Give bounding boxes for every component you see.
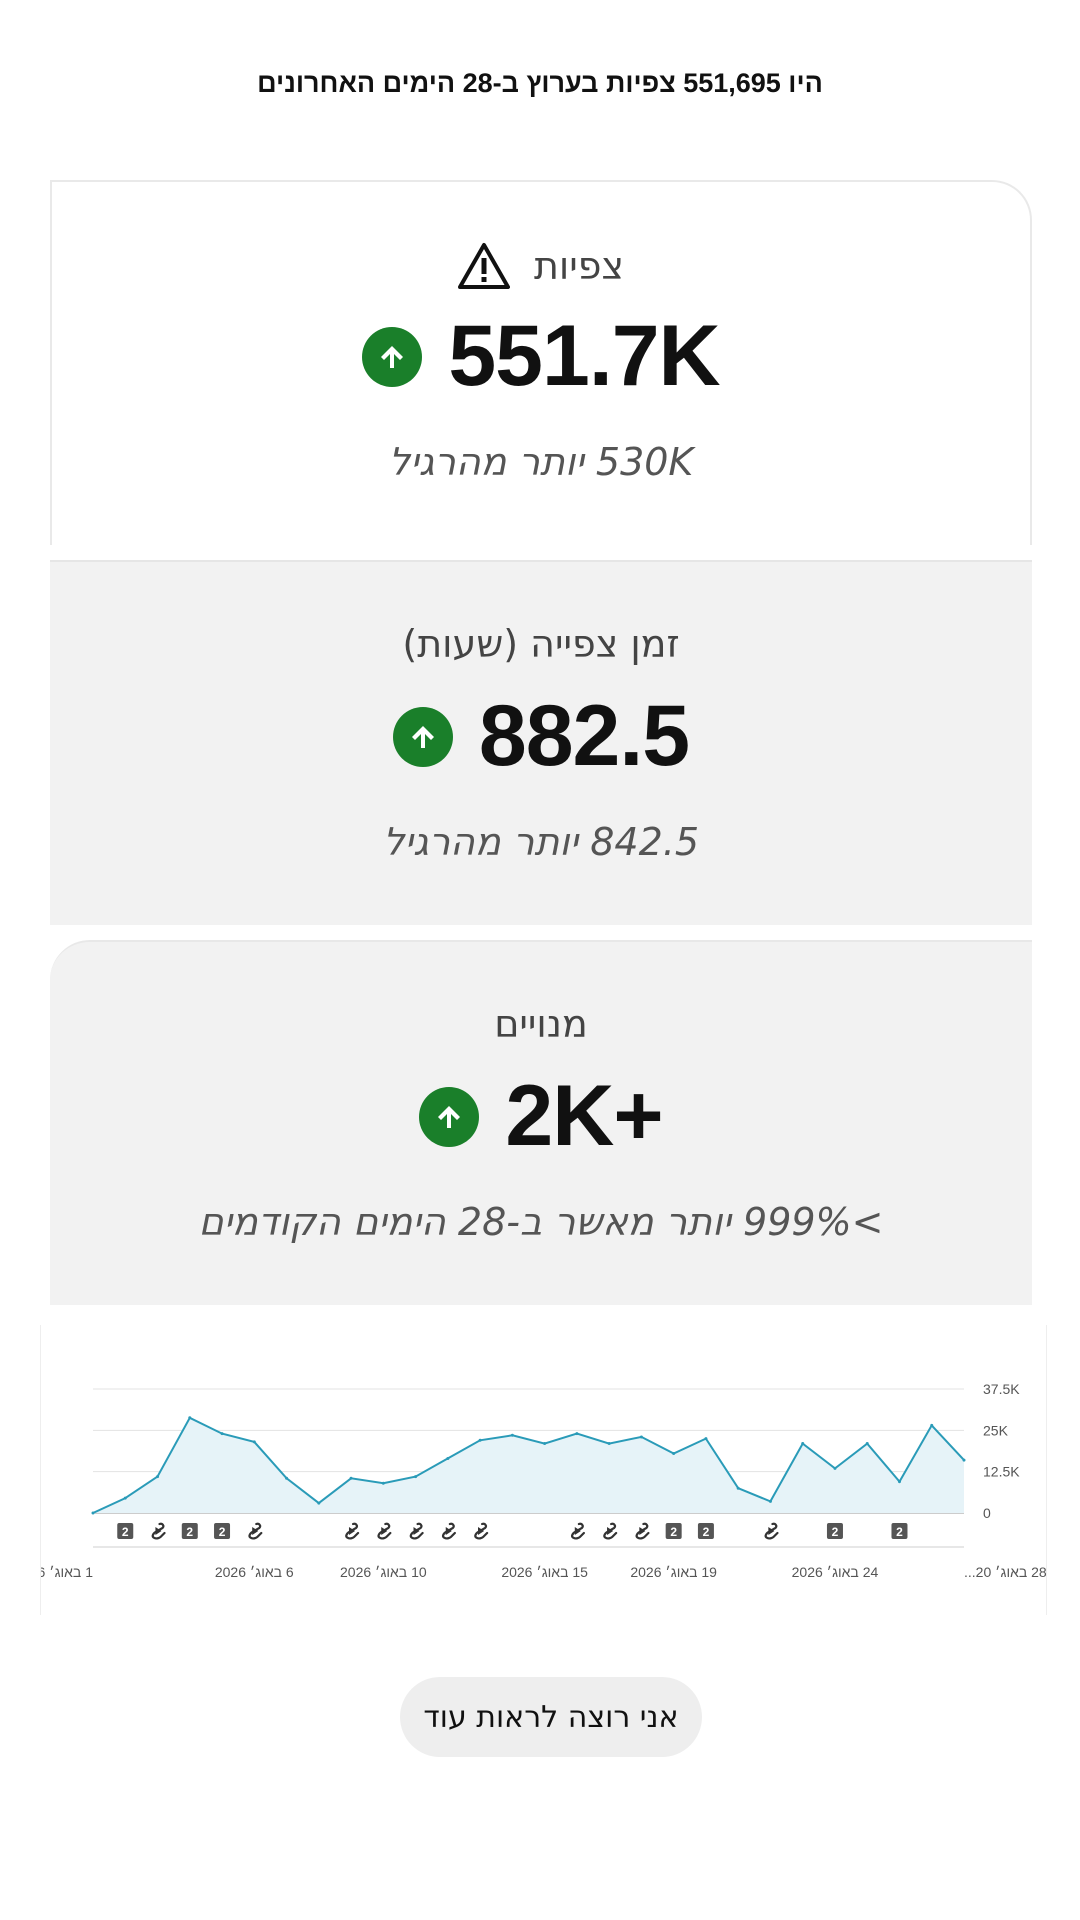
subscribers-card-title: מנויים	[494, 1002, 588, 1046]
shorts-icon	[377, 1522, 392, 1540]
views-value: 551.7K	[448, 308, 720, 404]
watch-time-metric-row: 882.5	[50, 687, 1032, 786]
subscribers-card[interactable]: מנויים 2K+ >999% יותר מאשר ב-28 הימים הק…	[50, 940, 1032, 1305]
chart-data-point	[123, 1496, 127, 1500]
subscribers-metric-row: 2K+	[50, 1067, 1032, 1166]
arrow-up-icon	[392, 706, 453, 767]
chart-data-point	[897, 1480, 901, 1484]
chart-data-point	[91, 1511, 95, 1515]
chart-data-point	[317, 1501, 321, 1505]
chart-data-point	[446, 1456, 450, 1460]
subscribers-comparison: >999% יותר מאשר ב-28 הימים הקודמים	[198, 1200, 884, 1244]
chart-x-tick-label: 6 באוג׳ 2026	[215, 1564, 294, 1580]
chart-x-tick-label: 15 באוג׳ 2026	[501, 1564, 588, 1580]
video-count-badge-label: 2	[703, 1525, 710, 1539]
chart-data-point	[220, 1432, 224, 1436]
see-more-button[interactable]: אני רוצה לראות עוד	[400, 1677, 702, 1757]
views-card-title: צפיות	[533, 244, 625, 288]
watch-time-card-title: זמן צפייה (שעות)	[402, 622, 680, 666]
chart-x-tick-label: 10 באוג׳ 2026	[340, 1564, 427, 1580]
chart-x-tick-label: 1 באוג׳ 2026	[41, 1564, 93, 1580]
chart-data-point	[672, 1451, 676, 1455]
chart-data-point	[704, 1437, 708, 1441]
chart-data-point	[543, 1442, 547, 1446]
views-card[interactable]: צפיות 551.7K 530K יותר מהרגיל	[50, 180, 1032, 545]
shorts-icon	[764, 1522, 779, 1540]
shorts-icon	[409, 1522, 424, 1540]
arrow-up-icon	[419, 1086, 480, 1147]
page-headline: היו 551,695 צפיות בערוץ ב-28 הימים האחרו…	[257, 68, 823, 98]
chart-data-point	[381, 1481, 385, 1485]
watch-time-card-title-row: זמן צפייה (שעות)	[50, 622, 1032, 666]
chart-data-point	[639, 1435, 643, 1439]
shorts-icon	[603, 1522, 618, 1540]
video-count-badge-label: 2	[832, 1525, 839, 1539]
chart-data-point	[865, 1442, 869, 1446]
watch-time-card[interactable]: זמן צפייה (שעות) 882.5 842.5 יותר מהרגיל	[50, 560, 1032, 925]
views-metric-row: 551.7K	[52, 307, 1030, 406]
chart-data-point	[285, 1476, 289, 1480]
arrow-up-icon	[362, 326, 423, 387]
subscribers-card-title-row: מנויים	[50, 1002, 1032, 1046]
chart-data-point	[478, 1438, 482, 1442]
chart-data-point	[349, 1476, 353, 1480]
video-count-badge-label: 2	[122, 1525, 129, 1539]
chart-data-point	[510, 1433, 514, 1437]
subscribers-value: 2K+	[505, 1068, 663, 1164]
video-count-badge-label: 2	[219, 1525, 226, 1539]
chart-y-tick-label: 37.5K	[983, 1381, 1020, 1397]
chart-data-point	[768, 1499, 772, 1503]
views-card-title-row: צפיות	[52, 242, 1030, 290]
chart-x-tick-label: 19 באוג׳ 2026	[630, 1564, 717, 1580]
chart-area-fill	[93, 1417, 964, 1513]
chart-y-tick-label: 25K	[983, 1422, 1009, 1438]
views-chart[interactable]: 37.5K 25K 12.5K 0 2 2 2 2 2 2 2 1 באוג׳ 2026 6 באוג׳…	[14, 1325, 1047, 1615]
chart-data-point	[188, 1416, 192, 1420]
chart-x-tick-label: 24 באוג׳ 2026	[792, 1564, 879, 1580]
chart-data-point	[801, 1442, 805, 1446]
shorts-icon	[248, 1522, 263, 1540]
video-count-badge-label: 2	[186, 1525, 193, 1539]
chart-data-point	[962, 1458, 966, 1462]
warning-triangle-icon	[457, 242, 510, 290]
views-chart-svg: 37.5K 25K 12.5K 0 2 2 2 2 2 2 2 1 באוג׳ 2026 6 באוג׳…	[14, 1381, 1047, 1580]
chart-data-point	[833, 1466, 837, 1470]
chart-data-point	[575, 1432, 579, 1436]
shorts-icon	[345, 1522, 360, 1540]
shorts-icon	[570, 1522, 585, 1540]
watch-time-value: 882.5	[478, 688, 690, 784]
chart-x-tick-label: 28 באוג׳ 20...	[964, 1564, 1046, 1580]
chart-y-tick-label: 0	[983, 1505, 991, 1521]
chart-data-point	[736, 1486, 740, 1490]
video-count-badge-label: 2	[670, 1525, 677, 1539]
chart-data-point	[607, 1442, 611, 1446]
shorts-icon	[474, 1522, 489, 1540]
shorts-icon	[151, 1522, 166, 1540]
chart-data-point	[414, 1475, 418, 1479]
video-count-badge-label: 2	[896, 1525, 903, 1539]
chart-data-point	[156, 1475, 160, 1479]
views-comparison: 530K יותר מהרגיל	[388, 440, 694, 484]
chart-data-point	[930, 1423, 934, 1427]
shorts-icon	[441, 1522, 456, 1540]
chart-y-tick-label: 12.5K	[983, 1464, 1020, 1480]
chart-data-point	[252, 1440, 256, 1444]
watch-time-comparison: 842.5 יותר מהרגיל	[382, 820, 700, 864]
shorts-icon	[635, 1522, 650, 1540]
